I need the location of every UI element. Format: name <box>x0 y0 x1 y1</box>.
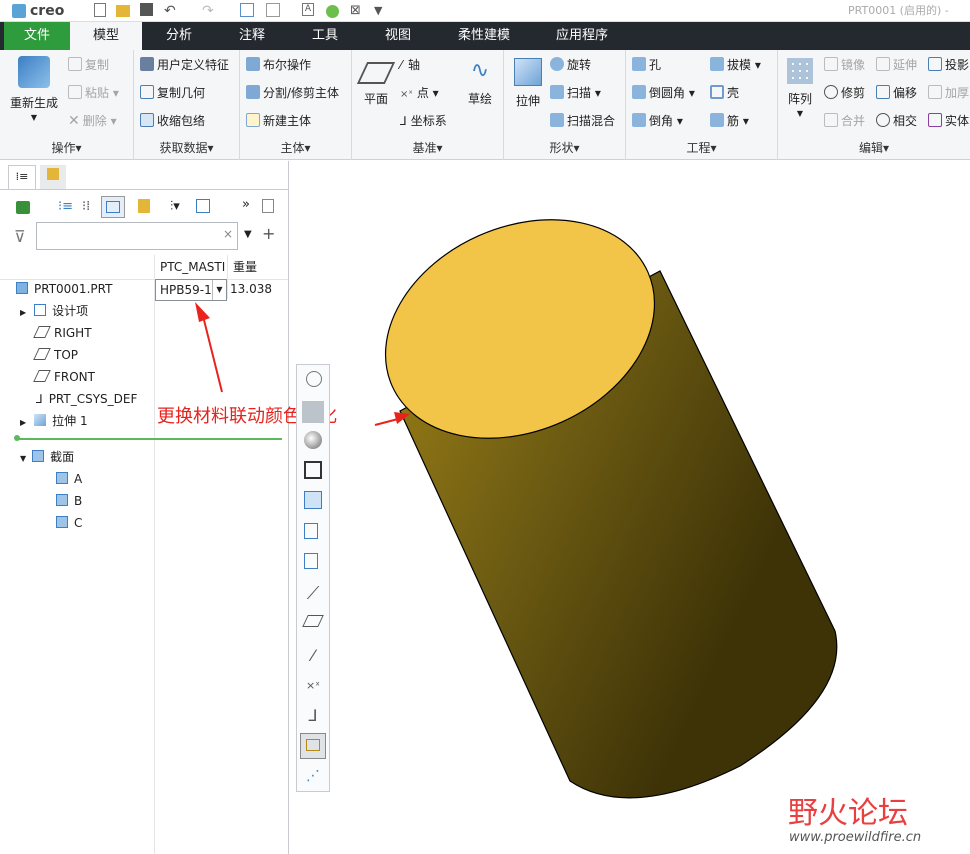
zoom-icon[interactable] <box>306 371 322 387</box>
axis-display-icon[interactable]: ⁄ <box>302 645 324 667</box>
display-style-icon[interactable] <box>304 553 318 569</box>
view-toolbar: ⟋ ⁄ ×ˣ ⅃ ⋰ <box>296 364 330 792</box>
saved-views-icon[interactable] <box>304 491 322 509</box>
spin-center-icon[interactable]: ⋰ <box>302 765 324 787</box>
watermark-url: www.proewildfire.cn <box>789 830 922 845</box>
refit-icon[interactable] <box>302 401 324 423</box>
section-view-icon[interactable] <box>304 523 318 539</box>
shading-icon[interactable] <box>304 431 322 449</box>
annotation-display-button[interactable] <box>300 733 326 759</box>
view-cube-icon[interactable] <box>304 461 322 479</box>
point-display-icon[interactable]: ×ˣ <box>302 675 324 697</box>
annotation-arrows <box>195 302 410 426</box>
csys-display-icon[interactable]: ⅃ <box>302 705 324 727</box>
plane-display-icon[interactable] <box>302 615 324 627</box>
creo-window: creo ↶ ↷ A ⊠ ▼ PRT0001 (启用的) - 文件 模型 分析 … <box>0 0 970 854</box>
watermark-logo: 野火论坛 <box>788 796 908 831</box>
orientation-icon[interactable]: ⟋ <box>302 583 324 605</box>
annotation-display-icon <box>306 739 320 751</box>
